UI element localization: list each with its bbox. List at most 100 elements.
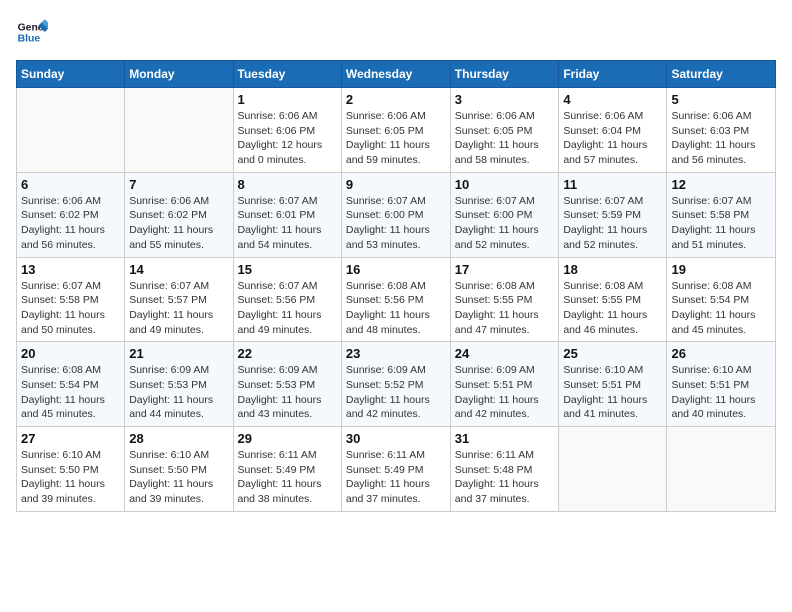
day-info: Sunrise: 6:06 AM Sunset: 6:02 PM Dayligh… <box>21 194 120 253</box>
weekday-header: Wednesday <box>341 61 450 88</box>
weekday-header: Tuesday <box>233 61 341 88</box>
calendar-cell: 18 Sunrise: 6:08 AM Sunset: 5:55 PM Dayli… <box>559 257 667 342</box>
calendar-cell <box>17 88 125 173</box>
calendar-cell: 15 Sunrise: 6:07 AM Sunset: 5:56 PM Dayli… <box>233 257 341 342</box>
calendar-cell: 21 Sunrise: 6:09 AM Sunset: 5:53 PM Dayli… <box>125 342 233 427</box>
calendar-cell: 22Sunrise: 6:09 AM Sunset: 5:53 PM Dayli… <box>233 342 341 427</box>
day-info: Sunrise: 6:11 AM Sunset: 5:48 PM Dayligh… <box>455 448 555 507</box>
calendar-week: 6 Sunrise: 6:06 AM Sunset: 6:02 PM Daylig… <box>17 172 776 257</box>
calendar-cell: 25Sunrise: 6:10 AM Sunset: 5:51 PM Dayli… <box>559 342 667 427</box>
calendar-cell: 6 Sunrise: 6:06 AM Sunset: 6:02 PM Daylig… <box>17 172 125 257</box>
day-info: Sunrise: 6:09 AM Sunset: 5:52 PM Dayligh… <box>346 363 446 422</box>
weekday-header: Saturday <box>667 61 776 88</box>
day-number: 11 <box>563 177 662 192</box>
weekday-header: Thursday <box>450 61 559 88</box>
calendar-week: 20Sunrise: 6:08 AM Sunset: 5:54 PM Dayli… <box>17 342 776 427</box>
calendar-cell: 10 Sunrise: 6:07 AM Sunset: 6:00 PM Dayli… <box>450 172 559 257</box>
day-info: Sunrise: 6:09 AM Sunset: 5:53 PM Dayligh… <box>129 363 228 422</box>
calendar-cell: 28 Sunrise: 6:10 AM Sunset: 5:50 PM Dayli… <box>125 427 233 512</box>
calendar-cell: 8Sunrise: 6:07 AM Sunset: 6:01 PM Daylig… <box>233 172 341 257</box>
day-info: Sunrise: 6:07 AM Sunset: 6:01 PM Dayligh… <box>238 194 337 253</box>
day-number: 9 <box>346 177 446 192</box>
calendar-body: 1 Sunrise: 6:06 AM Sunset: 6:06 PM Daylig… <box>17 88 776 512</box>
day-number: 19 <box>671 262 771 277</box>
calendar-week: 27 Sunrise: 6:10 AM Sunset: 5:50 PM Dayli… <box>17 427 776 512</box>
day-info: Sunrise: 6:06 AM Sunset: 6:02 PM Dayligh… <box>129 194 228 253</box>
calendar-cell: 5Sunrise: 6:06 AM Sunset: 6:03 PM Daylig… <box>667 88 776 173</box>
day-number: 3 <box>455 92 555 107</box>
svg-text:Blue: Blue <box>18 34 41 45</box>
day-number: 27 <box>21 431 120 446</box>
calendar-cell: 2 Sunrise: 6:06 AM Sunset: 6:05 PM Daylig… <box>341 88 450 173</box>
calendar-cell: 27 Sunrise: 6:10 AM Sunset: 5:50 PM Dayli… <box>17 427 125 512</box>
calendar-cell: 19 Sunrise: 6:08 AM Sunset: 5:54 PM Dayli… <box>667 257 776 342</box>
calendar-cell: 17Sunrise: 6:08 AM Sunset: 5:55 PM Dayli… <box>450 257 559 342</box>
day-info: Sunrise: 6:07 AM Sunset: 5:58 PM Dayligh… <box>671 194 771 253</box>
calendar-header: SundayMondayTuesdayWednesdayThursdayFrid… <box>17 61 776 88</box>
calendar-cell: 24 Sunrise: 6:09 AM Sunset: 5:51 PM Dayli… <box>450 342 559 427</box>
day-info: Sunrise: 6:10 AM Sunset: 5:50 PM Dayligh… <box>129 448 228 507</box>
calendar-cell: 13Sunrise: 6:07 AM Sunset: 5:58 PM Dayli… <box>17 257 125 342</box>
calendar-cell: 23Sunrise: 6:09 AM Sunset: 5:52 PM Dayli… <box>341 342 450 427</box>
day-info: Sunrise: 6:11 AM Sunset: 5:49 PM Dayligh… <box>346 448 446 507</box>
calendar-cell: 14 Sunrise: 6:07 AM Sunset: 5:57 PM Dayli… <box>125 257 233 342</box>
calendar-cell: 12 Sunrise: 6:07 AM Sunset: 5:58 PM Dayli… <box>667 172 776 257</box>
calendar-cell: 1 Sunrise: 6:06 AM Sunset: 6:06 PM Daylig… <box>233 88 341 173</box>
calendar-cell: 26Sunrise: 6:10 AM Sunset: 5:51 PM Dayli… <box>667 342 776 427</box>
day-info: Sunrise: 6:06 AM Sunset: 6:03 PM Dayligh… <box>671 109 771 168</box>
day-number: 29 <box>238 431 337 446</box>
calendar-cell: 29 Sunrise: 6:11 AM Sunset: 5:49 PM Dayli… <box>233 427 341 512</box>
day-number: 14 <box>129 262 228 277</box>
day-info: Sunrise: 6:10 AM Sunset: 5:51 PM Dayligh… <box>563 363 662 422</box>
calendar-cell: 4Sunrise: 6:06 AM Sunset: 6:04 PM Daylig… <box>559 88 667 173</box>
day-number: 28 <box>129 431 228 446</box>
calendar-week: 13Sunrise: 6:07 AM Sunset: 5:58 PM Dayli… <box>17 257 776 342</box>
day-number: 30 <box>346 431 446 446</box>
day-number: 2 <box>346 92 446 107</box>
calendar-cell <box>559 427 667 512</box>
day-info: Sunrise: 6:07 AM Sunset: 5:56 PM Dayligh… <box>238 279 337 338</box>
day-number: 31 <box>455 431 555 446</box>
calendar-cell: 31 Sunrise: 6:11 AM Sunset: 5:48 PM Dayli… <box>450 427 559 512</box>
logo: General Blue <box>16 16 48 48</box>
calendar: SundayMondayTuesdayWednesdayThursdayFrid… <box>16 60 776 512</box>
day-number: 10 <box>455 177 555 192</box>
calendar-cell: 16 Sunrise: 6:08 AM Sunset: 5:56 PM Dayli… <box>341 257 450 342</box>
day-info: Sunrise: 6:08 AM Sunset: 5:54 PM Dayligh… <box>21 363 120 422</box>
day-info: Sunrise: 6:10 AM Sunset: 5:50 PM Dayligh… <box>21 448 120 507</box>
day-number: 6 <box>21 177 120 192</box>
day-info: Sunrise: 6:09 AM Sunset: 5:53 PM Dayligh… <box>238 363 337 422</box>
day-number: 21 <box>129 346 228 361</box>
calendar-cell: 7 Sunrise: 6:06 AM Sunset: 6:02 PM Daylig… <box>125 172 233 257</box>
day-info: Sunrise: 6:07 AM Sunset: 5:59 PM Dayligh… <box>563 194 662 253</box>
page-header: General Blue <box>16 16 776 48</box>
day-number: 13 <box>21 262 120 277</box>
day-info: Sunrise: 6:07 AM Sunset: 5:57 PM Dayligh… <box>129 279 228 338</box>
day-info: Sunrise: 6:07 AM Sunset: 6:00 PM Dayligh… <box>455 194 555 253</box>
day-info: Sunrise: 6:06 AM Sunset: 6:05 PM Dayligh… <box>455 109 555 168</box>
day-info: Sunrise: 6:07 AM Sunset: 6:00 PM Dayligh… <box>346 194 446 253</box>
calendar-cell <box>125 88 233 173</box>
day-number: 16 <box>346 262 446 277</box>
day-number: 15 <box>238 262 337 277</box>
weekday-header: Monday <box>125 61 233 88</box>
calendar-week: 1 Sunrise: 6:06 AM Sunset: 6:06 PM Daylig… <box>17 88 776 173</box>
day-number: 24 <box>455 346 555 361</box>
calendar-cell: 3 Sunrise: 6:06 AM Sunset: 6:05 PM Daylig… <box>450 88 559 173</box>
day-number: 12 <box>671 177 771 192</box>
day-info: Sunrise: 6:09 AM Sunset: 5:51 PM Dayligh… <box>455 363 555 422</box>
day-number: 18 <box>563 262 662 277</box>
day-info: Sunrise: 6:08 AM Sunset: 5:56 PM Dayligh… <box>346 279 446 338</box>
day-info: Sunrise: 6:06 AM Sunset: 6:04 PM Dayligh… <box>563 109 662 168</box>
day-info: Sunrise: 6:10 AM Sunset: 5:51 PM Dayligh… <box>671 363 771 422</box>
day-info: Sunrise: 6:08 AM Sunset: 5:55 PM Dayligh… <box>563 279 662 338</box>
logo-icon: General Blue <box>16 16 48 48</box>
day-info: Sunrise: 6:11 AM Sunset: 5:49 PM Dayligh… <box>238 448 337 507</box>
day-info: Sunrise: 6:06 AM Sunset: 6:06 PM Dayligh… <box>238 109 337 168</box>
day-info: Sunrise: 6:06 AM Sunset: 6:05 PM Dayligh… <box>346 109 446 168</box>
day-number: 1 <box>238 92 337 107</box>
day-info: Sunrise: 6:08 AM Sunset: 5:54 PM Dayligh… <box>671 279 771 338</box>
calendar-cell: 30 Sunrise: 6:11 AM Sunset: 5:49 PM Dayli… <box>341 427 450 512</box>
calendar-cell <box>667 427 776 512</box>
day-number: 7 <box>129 177 228 192</box>
